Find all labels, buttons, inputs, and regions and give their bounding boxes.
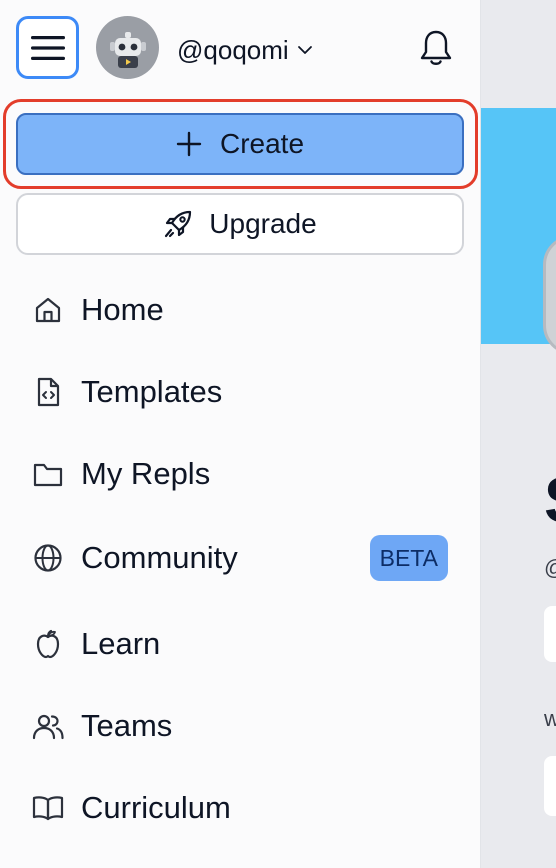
beta-badge: BETA [369,535,448,581]
sidebar-item-my-repls[interactable]: My Repls [16,442,464,506]
background-page: S @ w [480,0,556,868]
people-icon [16,694,80,758]
username-label: @qoqomi [177,34,289,65]
sidebar-item-learn[interactable]: Learn [16,612,464,676]
menu-toggle-button[interactable] [16,16,79,79]
profile-name-fragment: S [544,468,556,532]
bell-icon [420,30,452,65]
sidebar-item-teams[interactable]: Teams [16,694,464,758]
avatar[interactable] [96,16,159,79]
sidebar-item-label: Templates [81,374,223,409]
sidebar-item-curriculum[interactable]: Curriculum [16,776,464,840]
sidebar-item-label: Home [81,292,164,327]
rocket-icon [165,210,192,238]
book-icon [16,776,80,840]
sidebar: @qoqomi Create Upgrade Home Templates My… [0,0,480,868]
notifications-button[interactable] [414,26,458,70]
sidebar-item-home[interactable]: Home [16,278,464,342]
profile-handle-fragment: @ [544,555,556,581]
profile-card [544,606,556,662]
globe-icon [16,526,80,590]
home-icon [16,278,80,342]
profile-card [544,756,556,816]
sidebar-item-label: Teams [81,708,173,743]
plus-icon [176,131,202,157]
template-file-icon [16,360,80,424]
account-menu-button[interactable]: @qoqomi [177,30,313,70]
sidebar-item-label: My Repls [81,456,211,491]
create-label: Create [219,128,305,159]
profile-avatar [543,235,556,355]
folder-icon [16,442,80,506]
profile-text-fragment: w [544,706,556,731]
sidebar-item-label: Community [81,540,238,575]
sidebar-item-templates[interactable]: Templates [16,360,464,424]
robot-avatar [109,31,146,68]
chevron-down-icon [297,46,312,54]
create-button[interactable]: Create [16,113,464,175]
sidebar-header: @qoqomi [0,0,480,96]
sidebar-item-label: Learn [81,626,161,661]
apple-icon [16,612,80,676]
upgrade-label: Upgrade [209,208,317,239]
sidebar-item-community[interactable]: Community BETA [16,526,464,590]
sidebar-item-label: Curriculum [81,790,231,825]
upgrade-button[interactable]: Upgrade [16,193,464,255]
hamburger-icon [30,35,65,60]
